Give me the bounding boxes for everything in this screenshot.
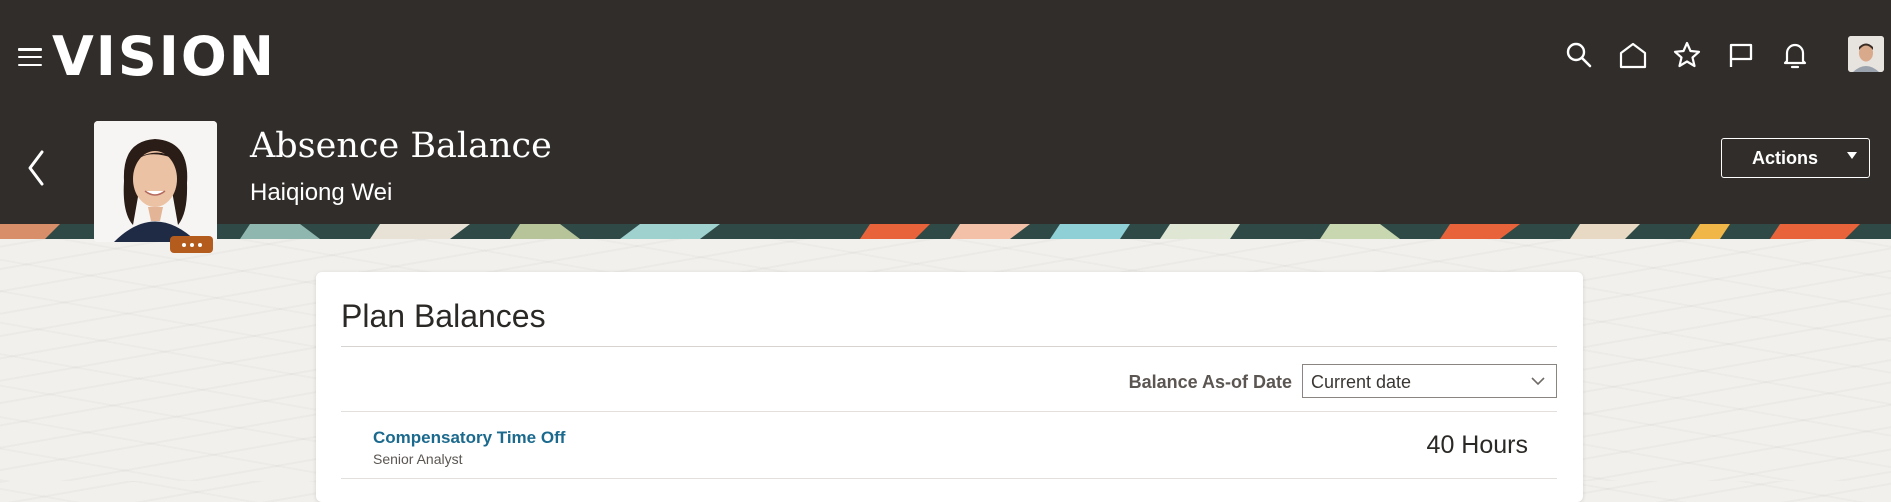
global-header: VISION Absence Balance Haiqiong Wei Acti… [0, 0, 1891, 225]
actions-menu-button[interactable]: Actions [1721, 138, 1870, 178]
plan-assignment: Senior Analyst [373, 451, 463, 467]
app-logo: VISION [52, 25, 276, 88]
back-icon[interactable] [22, 148, 52, 188]
divider [341, 346, 1557, 347]
balance-as-of-select[interactable]: Current date [1302, 364, 1557, 398]
star-icon[interactable] [1671, 38, 1703, 72]
plan-balances-card: Plan Balances Balance As-of Date Current… [316, 272, 1583, 502]
search-icon[interactable] [1563, 38, 1595, 72]
caret-down-icon [1847, 152, 1857, 159]
plan-balance: 40 Hours [1426, 431, 1528, 459]
user-avatar[interactable] [1848, 36, 1884, 72]
home-icon[interactable] [1617, 38, 1649, 72]
actions-label: Actions [1751, 147, 1818, 168]
chevron-down-icon [1530, 374, 1546, 393]
divider [341, 411, 1557, 412]
bell-icon[interactable] [1779, 38, 1811, 72]
page-title: Absence Balance [250, 126, 552, 166]
balance-as-of-label: Balance As-of Date [1128, 372, 1292, 392]
profile-photo[interactable] [94, 121, 217, 242]
more-options-button[interactable] [170, 236, 213, 253]
menu-icon[interactable] [18, 48, 42, 66]
decorative-banner [0, 224, 1891, 239]
flag-icon[interactable] [1725, 38, 1757, 72]
card-title: Plan Balances [341, 298, 546, 334]
balance-as-of-value: Current date [1311, 372, 1412, 392]
divider [341, 478, 1557, 479]
person-name: Haiqiong Wei [250, 179, 393, 206]
plan-name-link[interactable]: Compensatory Time Off [373, 427, 565, 449]
